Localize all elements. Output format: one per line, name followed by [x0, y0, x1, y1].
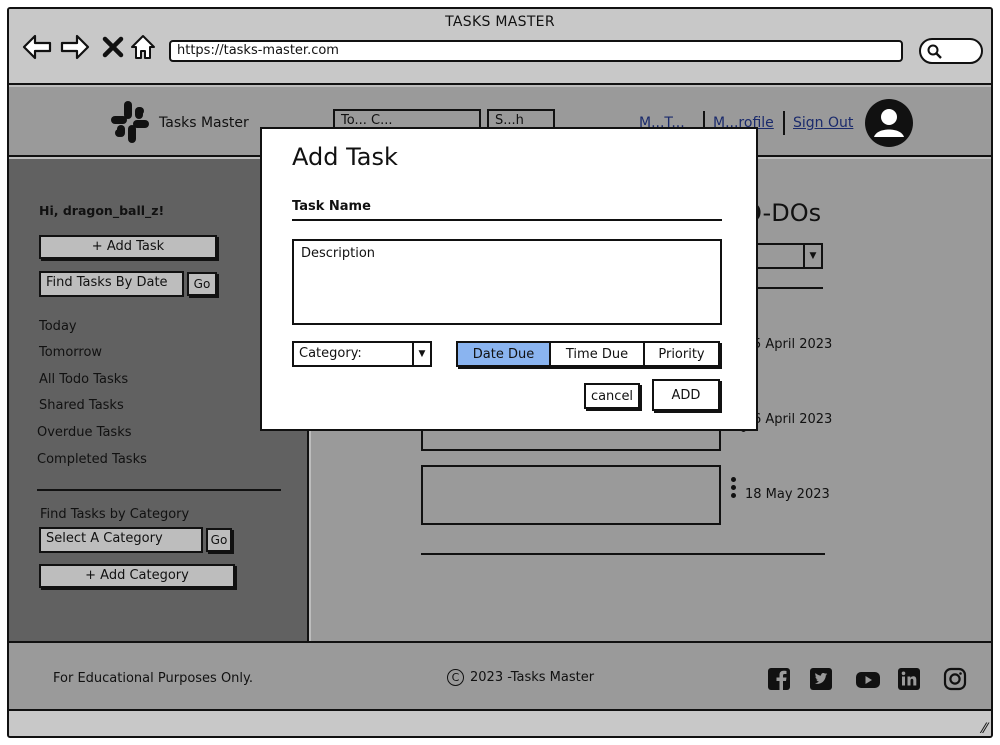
- filter-completed[interactable]: Completed Tasks: [37, 452, 147, 467]
- greeting: Hi, dragon_ball_z!: [39, 203, 165, 218]
- avatar-icon[interactable]: [863, 97, 915, 149]
- copyright-text: 2023 -Tasks Master: [470, 670, 595, 685]
- browser-chrome: TASKS MASTER https://tasks-master.com: [9, 9, 991, 85]
- stop-icon[interactable]: [97, 31, 129, 63]
- cancel-button[interactable]: cancel: [584, 383, 640, 409]
- task-name-input[interactable]: [292, 219, 722, 221]
- modal-title: Add Task: [292, 143, 398, 171]
- add-task-modal: Add Task Task Name Description Category:…: [260, 127, 758, 431]
- task-card[interactable]: [421, 465, 721, 525]
- add-category-button[interactable]: + Add Category: [39, 564, 235, 588]
- add-button[interactable]: ADD: [652, 379, 720, 411]
- twitter-icon[interactable]: [809, 667, 833, 691]
- task-name-label: Task Name: [292, 199, 371, 214]
- chevron-down-icon: ▼: [412, 343, 430, 365]
- footer: For Educational Purposes Only. C 2023 -T…: [9, 641, 991, 711]
- kebab-menu-icon[interactable]: [731, 477, 737, 501]
- chevron-down-icon: ▼: [803, 245, 821, 267]
- task-date: 5 April 2023: [753, 337, 833, 352]
- find-by-date-go-button[interactable]: Go: [187, 272, 217, 296]
- footer-copyright: C 2023 -Tasks Master: [447, 669, 594, 686]
- task-date: 6 April 2023: [753, 412, 833, 427]
- category-dropdown-label: Category:: [299, 346, 362, 361]
- sidebar-divider: [37, 489, 281, 491]
- add-task-button[interactable]: + Add Task: [39, 235, 217, 259]
- segment-time-due[interactable]: Time Due: [551, 343, 645, 365]
- browser-window: TASKS MASTER https://tasks-master.com Ta…: [7, 7, 993, 738]
- forward-icon[interactable]: [59, 31, 91, 63]
- filter-all-todo[interactable]: All Todo Tasks: [39, 372, 128, 387]
- nav-sign-out[interactable]: Sign Out: [793, 115, 853, 131]
- filter-shared[interactable]: Shared Tasks: [39, 398, 124, 413]
- filter-overdue[interactable]: Overdue Tasks: [37, 425, 132, 440]
- slack-logo-icon: [111, 101, 149, 143]
- instagram-icon[interactable]: [943, 667, 967, 691]
- back-icon[interactable]: [21, 31, 53, 63]
- search-icon: [927, 44, 942, 59]
- category-dropdown[interactable]: Category: ▼: [292, 341, 432, 367]
- find-by-category-label: Find Tasks by Category: [40, 507, 190, 522]
- window-title: TASKS MASTER: [445, 14, 555, 30]
- filter-today[interactable]: Today: [39, 319, 77, 334]
- task-date: 18 May 2023: [745, 487, 830, 502]
- main-divider: [421, 553, 825, 555]
- description-textarea[interactable]: Description: [292, 239, 722, 325]
- address-bar[interactable]: https://tasks-master.com: [169, 40, 903, 62]
- sort-segmented-control: Date Due Time Due Priority: [456, 341, 720, 367]
- home-icon[interactable]: [127, 31, 159, 63]
- category-select[interactable]: Select A Category: [39, 527, 203, 553]
- browser-search[interactable]: [919, 38, 983, 64]
- facebook-icon[interactable]: [767, 667, 791, 691]
- nav-separator: [783, 111, 785, 135]
- filter-tomorrow[interactable]: Tomorrow: [39, 345, 102, 360]
- brand-name: Tasks Master: [159, 115, 249, 131]
- linkedin-icon[interactable]: [897, 667, 921, 691]
- youtube-icon[interactable]: [855, 671, 881, 689]
- find-by-category-go-button[interactable]: Go: [206, 528, 232, 552]
- footer-disclaimer: For Educational Purposes Only.: [53, 671, 254, 686]
- find-by-date-field[interactable]: Find Tasks By Date: [39, 271, 184, 297]
- segment-priority[interactable]: Priority: [645, 343, 718, 365]
- browser-status-bar: ⁄⁄: [9, 711, 991, 736]
- resize-grip-icon[interactable]: ⁄⁄: [982, 721, 987, 736]
- segment-date-due[interactable]: Date Due: [458, 343, 551, 365]
- copyright-icon: C: [447, 669, 464, 686]
